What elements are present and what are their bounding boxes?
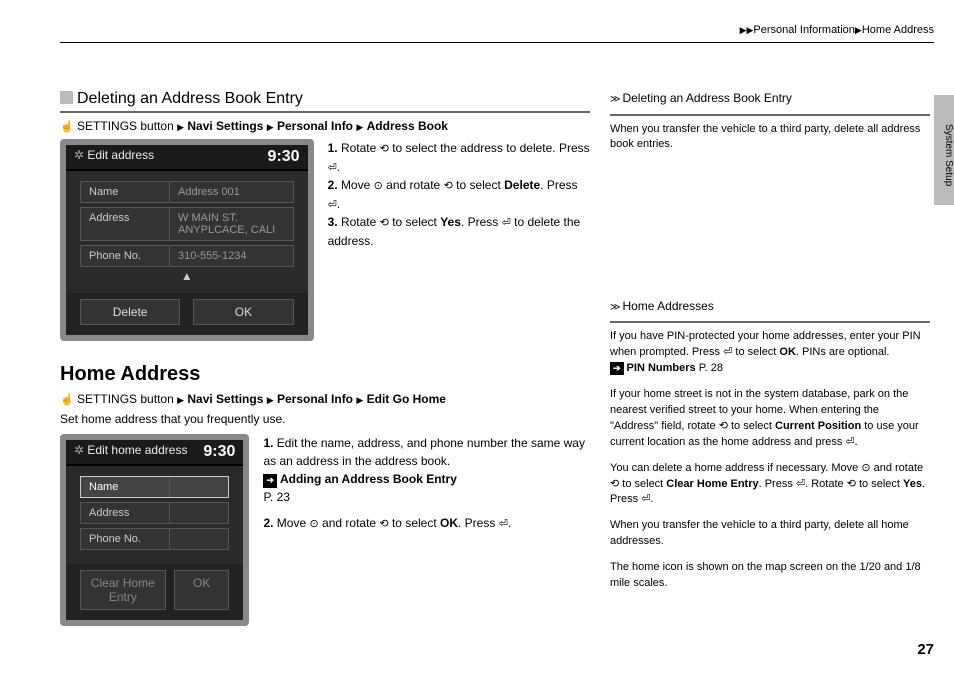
device-clear-button: Clear Home Entry xyxy=(80,570,166,610)
press-icon: ⏎ xyxy=(502,217,511,229)
move-icon: ⊙ xyxy=(374,180,383,192)
breadcrumb-deleting: ☝ SETTINGS button ▶ Navi Settings ▶ Pers… xyxy=(60,119,590,133)
device-screenshot-edit-address: Edit address9:30 NameAddress 001 Address… xyxy=(60,139,314,341)
press-icon: ⏎ xyxy=(328,162,337,174)
hand-icon: ☝ xyxy=(60,121,74,133)
sidebar-box-home: If you have PIN-protected your home addr… xyxy=(610,321,930,618)
rotate-icon: ⟲ xyxy=(379,518,388,530)
link-arrow-icon: ➔ xyxy=(263,474,277,488)
press-icon: ⏎ xyxy=(328,199,337,211)
sidebar-heading-home: ≫Home Addresses xyxy=(610,298,930,316)
rotate-icon: ⟲ xyxy=(719,420,728,432)
move-icon: ⊙ xyxy=(309,518,318,530)
device-screenshot-edit-home: Edit home address9:30 Name Address Phone… xyxy=(60,434,249,626)
rotate-icon: ⟲ xyxy=(380,143,389,155)
link-arrow-icon: ➔ xyxy=(610,362,624,375)
press-icon: ⏎ xyxy=(499,518,508,530)
home-intro: Set home address that you frequently use… xyxy=(60,412,590,426)
section-heading-deleting: Deleting an Address Book Entry xyxy=(60,90,590,113)
hand-icon: ☝ xyxy=(60,394,74,406)
device-ok-button: OK xyxy=(174,570,230,610)
device-delete-button: Delete xyxy=(80,299,180,325)
side-tab: System Setup xyxy=(934,95,954,205)
sidebar-heading-deleting: ≫Deleting an Address Book Entry xyxy=(610,90,930,108)
breadcrumb-home: ☝ SETTINGS button ▶ Navi Settings ▶ Pers… xyxy=(60,392,590,406)
rotate-icon: ⟲ xyxy=(847,478,856,490)
steps-deleting: 1. Rotate ⟲ to select the address to del… xyxy=(328,139,590,250)
press-icon: ⏎ xyxy=(796,478,805,490)
page-number: 27 xyxy=(917,641,934,658)
rotate-icon: ⟲ xyxy=(444,180,453,192)
rotate-icon: ⟲ xyxy=(610,478,619,490)
press-icon: ⏎ xyxy=(845,436,854,448)
device-ok-button: OK xyxy=(193,299,293,325)
sidebar-box-deleting: When you transfer the vehicle to a third… xyxy=(610,114,930,298)
rotate-icon: ⟲ xyxy=(380,217,389,229)
steps-home: 1. Edit the name, address, and phone num… xyxy=(263,434,590,533)
breadcrumb-header: ▶▶Personal Information▶Home Address xyxy=(740,24,934,36)
press-icon: ⏎ xyxy=(723,346,732,358)
move-icon: ⊙ xyxy=(861,462,870,474)
header-rule xyxy=(60,42,934,43)
section-heading-home-address: Home Address xyxy=(60,363,590,386)
